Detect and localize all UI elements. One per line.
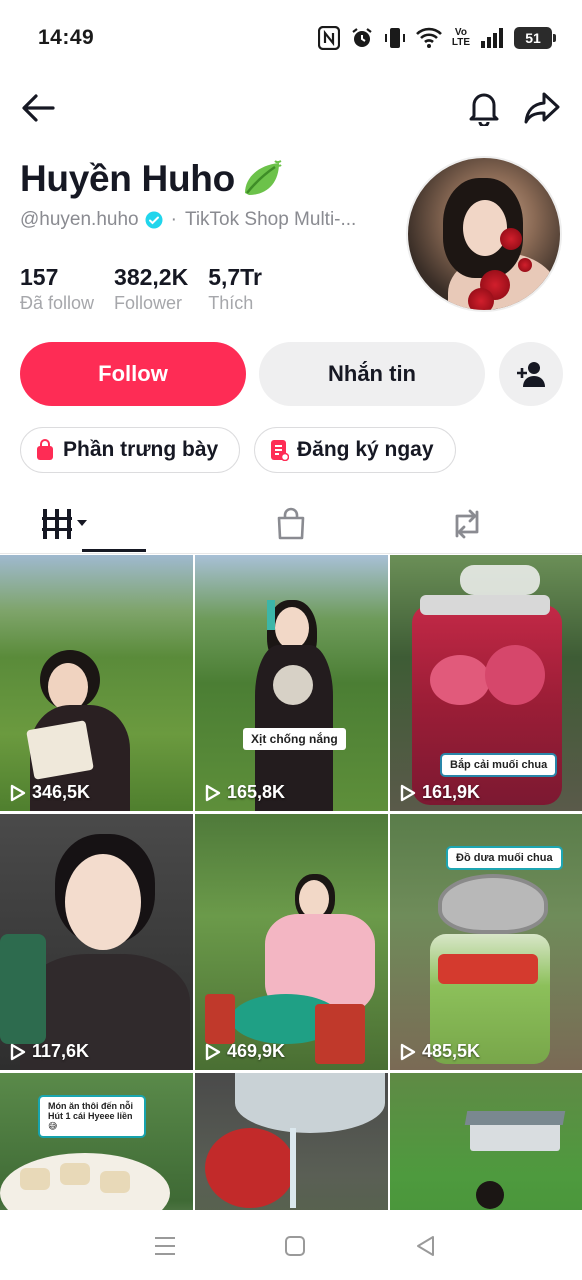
share-arrow-icon [524,92,560,124]
handle-row: @huyen.huho · TikTok Shop Multi-... [20,209,390,231]
video-tile[interactable]: 346,5K [0,555,193,811]
play-icon [205,784,221,802]
square-icon [285,1236,305,1256]
status-time: 14:49 [38,26,95,49]
tab-shop[interactable] [194,494,388,554]
video-tile[interactable]: Bắp cải muối chua 161,9K [390,555,582,811]
video-tile[interactable]: Xịt chống nắng 165,8K [195,555,388,811]
stat-label: Đã follow [20,293,95,313]
view-count: 469,9K [205,1041,285,1062]
video-caption: Xịt chống nắng [243,728,346,750]
leaf-icon [239,159,283,199]
play-icon [400,1043,416,1061]
video-tile[interactable]: Đồ dưa muối chua 485,5K [390,814,582,1070]
verified-badge-icon [145,211,163,229]
follow-button[interactable]: Follow [20,342,246,406]
video-caption: Món ăn thôi đến nỗi Hút 1 cái Hyeee liền… [40,1097,144,1136]
showcase-label: Phần trưng bày [63,438,219,461]
top-nav [0,80,582,136]
back-button[interactable] [16,86,60,130]
repost-icon [455,509,479,539]
video-caption: Bắp cải muối chua [442,755,556,775]
status-bar: 14:49 Vo LTE 51 [0,0,582,76]
view-count: 485,5K [400,1041,480,1062]
play-icon [10,784,26,802]
vibrate-icon [384,24,406,52]
recent-apps-button[interactable] [145,1228,185,1264]
shopping-bag-icon [277,507,305,540]
add-person-icon [517,362,545,387]
share-button[interactable] [520,86,564,130]
video-tile[interactable]: 117,6K [0,814,193,1070]
username-handle: @huyen.huho [20,209,139,230]
nfc-icon [317,24,340,52]
bell-icon [469,93,499,126]
system-nav-bar [0,1210,582,1280]
menu-icon [155,1237,175,1255]
stat-following[interactable]: 157 Đã follow [20,263,94,315]
view-count: 346,5K [10,782,90,803]
display-name: Huyền Huho [20,158,235,199]
video-tile[interactable] [195,1073,388,1210]
wifi-icon [415,24,442,52]
stat-likes[interactable]: 5,7Tr Thích [208,263,262,315]
video-tile[interactable]: Món ăn thôi đến nỗi Hút 1 cái Hyeee liền… [0,1073,193,1210]
home-button[interactable] [275,1228,315,1264]
play-icon [205,1043,221,1061]
bio-snippet[interactable]: TikTok Shop Multi-... [185,209,356,231]
play-icon [400,784,416,802]
avatar[interactable] [406,156,562,312]
register-chip[interactable]: Đăng ký ngay [254,427,456,473]
tab-repost[interactable] [370,494,564,554]
message-button[interactable]: Nhắn tin [259,342,485,406]
arrow-left-icon [22,94,55,122]
video-grid: 346,5K Xịt chống nắng 165,8K Bắp cải muố… [0,555,582,1210]
play-icon [10,1043,26,1061]
register-label: Đăng ký ngay [297,438,434,461]
grid-bars-icon [42,509,87,539]
showcase-chip[interactable]: Phần trưng bày [20,427,240,473]
video-tile[interactable]: 469,9K [195,814,388,1070]
stat-label: Thích [208,293,254,313]
stat-value: 5,7Tr [208,264,262,290]
notification-button[interactable] [462,86,506,130]
stat-value: 382,2K [114,264,189,290]
profile-stats: 157 Đã follow 382,2K Follower 5,7Tr Thíc… [20,263,262,315]
triangle-back-icon [417,1236,434,1256]
shopping-bag-icon [35,439,55,461]
view-count: 165,8K [205,782,285,803]
system-back-button[interactable] [406,1228,446,1264]
video-tile[interactable] [390,1073,582,1210]
profile-name-row: Huyền Huho [20,158,283,200]
video-caption: Đồ dưa muối chua [448,848,561,868]
add-friend-button[interactable] [499,342,563,406]
alarm-icon [350,24,374,52]
tabs-divider [0,553,582,554]
signal-icon [480,24,504,52]
stat-followers[interactable]: 382,2K Follower [114,263,188,315]
volte-icon: Vo LTE [451,27,470,48]
stat-value: 157 [20,264,59,290]
battery-icon: 51 [514,24,556,52]
form-icon [269,439,289,461]
handle-separator: · [170,209,177,230]
tab-videos[interactable] [18,494,114,554]
status-icons: Vo LTE 51 [317,24,556,52]
view-count: 117,6K [10,1041,89,1062]
profile-tabs [0,494,582,554]
view-count: 161,9K [400,782,480,803]
stat-label: Follower [114,293,183,313]
active-tab-indicator [82,549,146,552]
